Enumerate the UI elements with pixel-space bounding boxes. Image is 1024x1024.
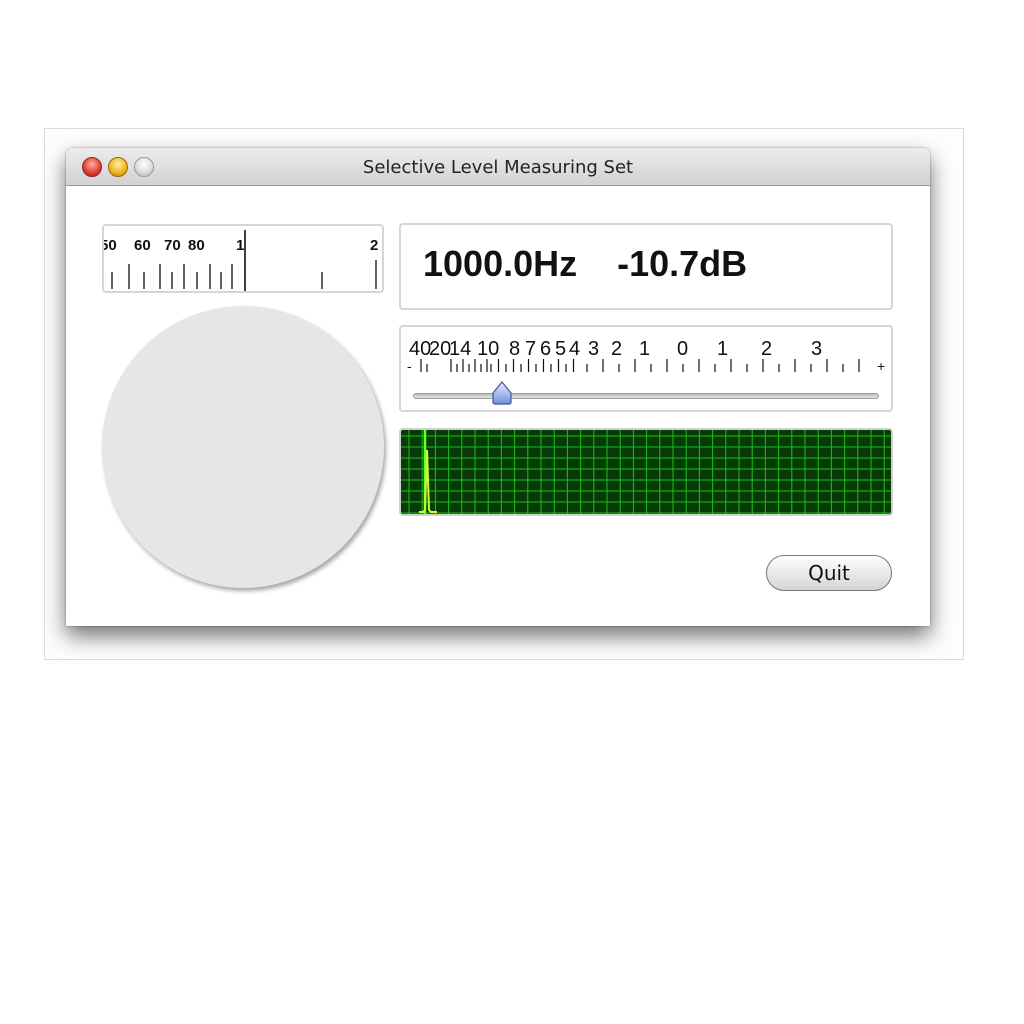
frequency-scale-svg: 50 60 70 80 1 2: [104, 230, 378, 291]
freq-label-80: 80: [188, 237, 205, 254]
level-label: 40: [409, 338, 431, 360]
freq-label-1: 1: [236, 237, 244, 254]
title-bar[interactable]: Selective Level Measuring Set: [66, 148, 930, 186]
level-label: 3: [811, 338, 822, 360]
level-slider-track[interactable]: [413, 393, 879, 399]
app-window: Selective Level Measuring Set 50 60 70 8…: [66, 148, 930, 626]
level-ticks: [420, 359, 860, 372]
readout-panel: 1000.0Hz -10.7dB: [399, 223, 893, 310]
level-labels: 402014 10 8 7 6 5 4 3 2 1 0 1 2 3: [409, 338, 822, 360]
level-label: 20: [429, 338, 451, 360]
spectrum-svg: [401, 430, 891, 514]
level-label: 2: [761, 338, 772, 360]
quit-button[interactable]: Quit: [766, 555, 892, 591]
freq-label-60: 60: [134, 237, 151, 254]
level-label: 7: [525, 338, 536, 360]
level-label: 3: [588, 338, 599, 360]
readout-text: 1000.0Hz -10.7dB: [423, 243, 747, 285]
frequency-ticks: [111, 260, 377, 289]
level-label: 6: [540, 338, 551, 360]
level-plus-sign: +: [877, 358, 885, 374]
level-readout: -10.7dB: [617, 243, 748, 284]
level-label: 8: [509, 338, 520, 360]
level-label: 10: [477, 338, 499, 360]
frequency-scale: 50 60 70 80 1 2: [102, 224, 384, 293]
level-label: 1: [717, 338, 728, 360]
spectrum-grid: [401, 430, 891, 514]
tuning-knob[interactable]: [102, 306, 384, 588]
level-label: 5: [555, 338, 566, 360]
level-scale-svg: 402014 10 8 7 6 5 4 3 2 1 0 1 2 3 - +: [407, 338, 885, 374]
window-title: Selective Level Measuring Set: [362, 157, 634, 178]
freq-label-2: 2: [370, 237, 378, 254]
level-scale-panel: 40 20 14 10 8 7 6 5 4 3 2 1 0 1 2 3 - +: [399, 325, 893, 412]
level-label: 2: [611, 338, 622, 360]
level-minus-sign: -: [407, 358, 412, 374]
level-slider-thumb[interactable]: [491, 381, 513, 405]
freq-label-70: 70: [164, 237, 181, 254]
level-label: 4: [569, 338, 580, 360]
freq-label-50: 50: [104, 237, 117, 254]
level-label: 1: [639, 338, 650, 360]
level-label: 14: [449, 338, 471, 360]
level-label: 0: [677, 338, 688, 360]
spectrum-display: [399, 428, 893, 516]
frequency-readout: 1000.0Hz: [423, 243, 578, 284]
